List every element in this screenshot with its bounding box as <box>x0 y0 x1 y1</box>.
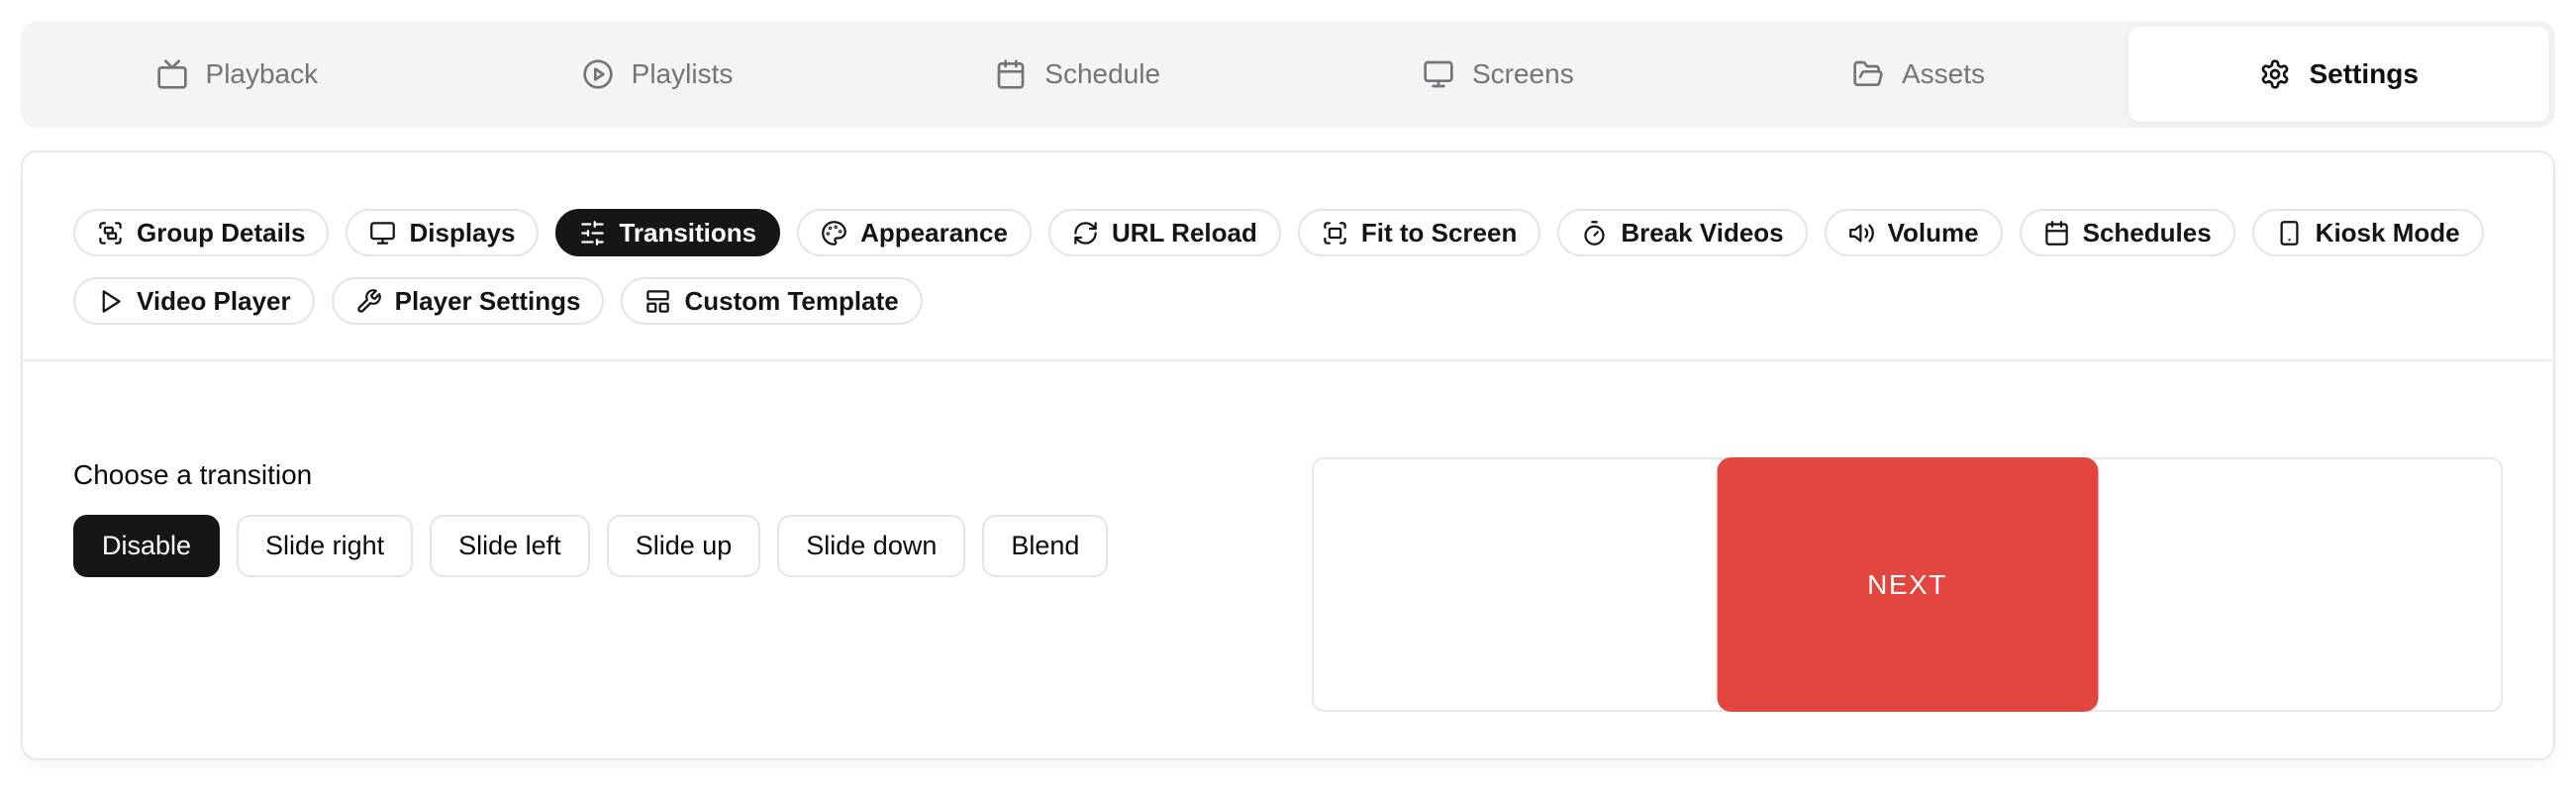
group-icon <box>97 220 124 247</box>
pill-transitions[interactable]: Transitions <box>555 209 780 256</box>
gear-icon <box>2259 58 2291 90</box>
transition-options: Disable Slide right Slide left Slide up … <box>73 515 1312 577</box>
pill-label: Fit to Screen <box>1361 218 1517 248</box>
tab-assets[interactable]: Assets <box>1709 27 2130 122</box>
pill-label: Kiosk Mode <box>2316 218 2460 248</box>
pill-player-settings[interactable]: Player Settings <box>332 277 605 325</box>
transition-chooser: Choose a transition Disable Slide right … <box>73 457 1312 577</box>
layout-template-icon <box>644 288 671 315</box>
tab-settings[interactable]: Settings <box>2129 27 2549 122</box>
play-circle-icon <box>582 58 614 90</box>
pill-custom-template[interactable]: Custom Template <box>621 277 922 325</box>
fullscreen-icon <box>1322 220 1348 247</box>
pill-url-reload[interactable]: URL Reload <box>1048 209 1281 256</box>
settings-pill-nav: Group Details Displays Transitions Appea… <box>23 152 2553 361</box>
pill-label: Custom Template <box>684 286 898 317</box>
tab-playlists[interactable]: Playlists <box>447 27 868 122</box>
tab-screens[interactable]: Screens <box>1288 27 1709 122</box>
transition-option-slide-up[interactable]: Slide up <box>607 515 761 577</box>
transition-option-disable[interactable]: Disable <box>73 515 220 577</box>
calendar-icon <box>2043 220 2070 247</box>
transition-section: Choose a transition Disable Slide right … <box>23 361 2553 712</box>
settings-card: Group Details Displays Transitions Appea… <box>21 150 2555 760</box>
tab-schedule[interactable]: Schedule <box>867 27 1288 122</box>
transition-preview-next-slide: NEXT <box>1717 457 2098 712</box>
folder-open-icon <box>1852 58 1884 90</box>
monitor-icon <box>1423 58 1454 90</box>
calendar-icon <box>995 58 1027 90</box>
volume-icon <box>1848 220 1875 247</box>
pill-displays[interactable]: Displays <box>346 209 539 256</box>
pill-schedules[interactable]: Schedules <box>2020 209 2235 256</box>
pill-label: Video Player <box>137 286 291 317</box>
pill-volume[interactable]: Volume <box>1825 209 2003 256</box>
pill-label: Volume <box>1888 218 1979 248</box>
pill-label: URL Reload <box>1112 218 1257 248</box>
transition-option-slide-left[interactable]: Slide left <box>430 515 590 577</box>
transition-preview: NEXT <box>1312 457 2503 712</box>
tab-label: Schedule <box>1044 58 1160 90</box>
pill-label: Player Settings <box>395 286 581 317</box>
refresh-icon <box>1072 220 1099 247</box>
pill-label: Group Details <box>137 218 305 248</box>
pill-label: Break Videos <box>1621 218 1783 248</box>
pill-appearance[interactable]: Appearance <box>797 209 1032 256</box>
wrench-icon <box>355 288 382 315</box>
timer-icon <box>1581 220 1608 247</box>
tab-label: Playlists <box>632 58 734 90</box>
page: Playback Playlists Schedule Screens Asse… <box>0 0 2576 760</box>
transition-option-slide-right[interactable]: Slide right <box>237 515 413 577</box>
section-heading: Choose a transition <box>73 459 1312 491</box>
transition-option-blend[interactable]: Blend <box>982 515 1108 577</box>
play-icon <box>97 288 124 315</box>
tab-label: Playback <box>206 58 319 90</box>
tab-label: Settings <box>2309 58 2418 90</box>
next-label: NEXT <box>1867 569 1947 601</box>
pill-label: Appearance <box>860 218 1008 248</box>
pill-label: Transitions <box>619 218 756 248</box>
tab-label: Screens <box>1472 58 1574 90</box>
sliders-icon <box>579 220 606 247</box>
tab-playback[interactable]: Playback <box>27 27 447 122</box>
pill-fit-to-screen[interactable]: Fit to Screen <box>1298 209 1540 256</box>
transition-option-slide-down[interactable]: Slide down <box>777 515 965 577</box>
top-nav: Playback Playlists Schedule Screens Asse… <box>21 21 2555 128</box>
tab-label: Assets <box>1902 58 1985 90</box>
pill-kiosk-mode[interactable]: Kiosk Mode <box>2252 209 2484 256</box>
pill-label: Schedules <box>2083 218 2212 248</box>
smartphone-icon <box>2276 220 2303 247</box>
pill-video-player[interactable]: Video Player <box>73 277 315 325</box>
pill-group-details[interactable]: Group Details <box>73 209 329 256</box>
tv-icon <box>156 58 188 90</box>
palette-icon <box>821 220 847 247</box>
pill-label: Displays <box>409 218 515 248</box>
monitor-icon <box>369 220 396 247</box>
pill-break-videos[interactable]: Break Videos <box>1557 209 1807 256</box>
